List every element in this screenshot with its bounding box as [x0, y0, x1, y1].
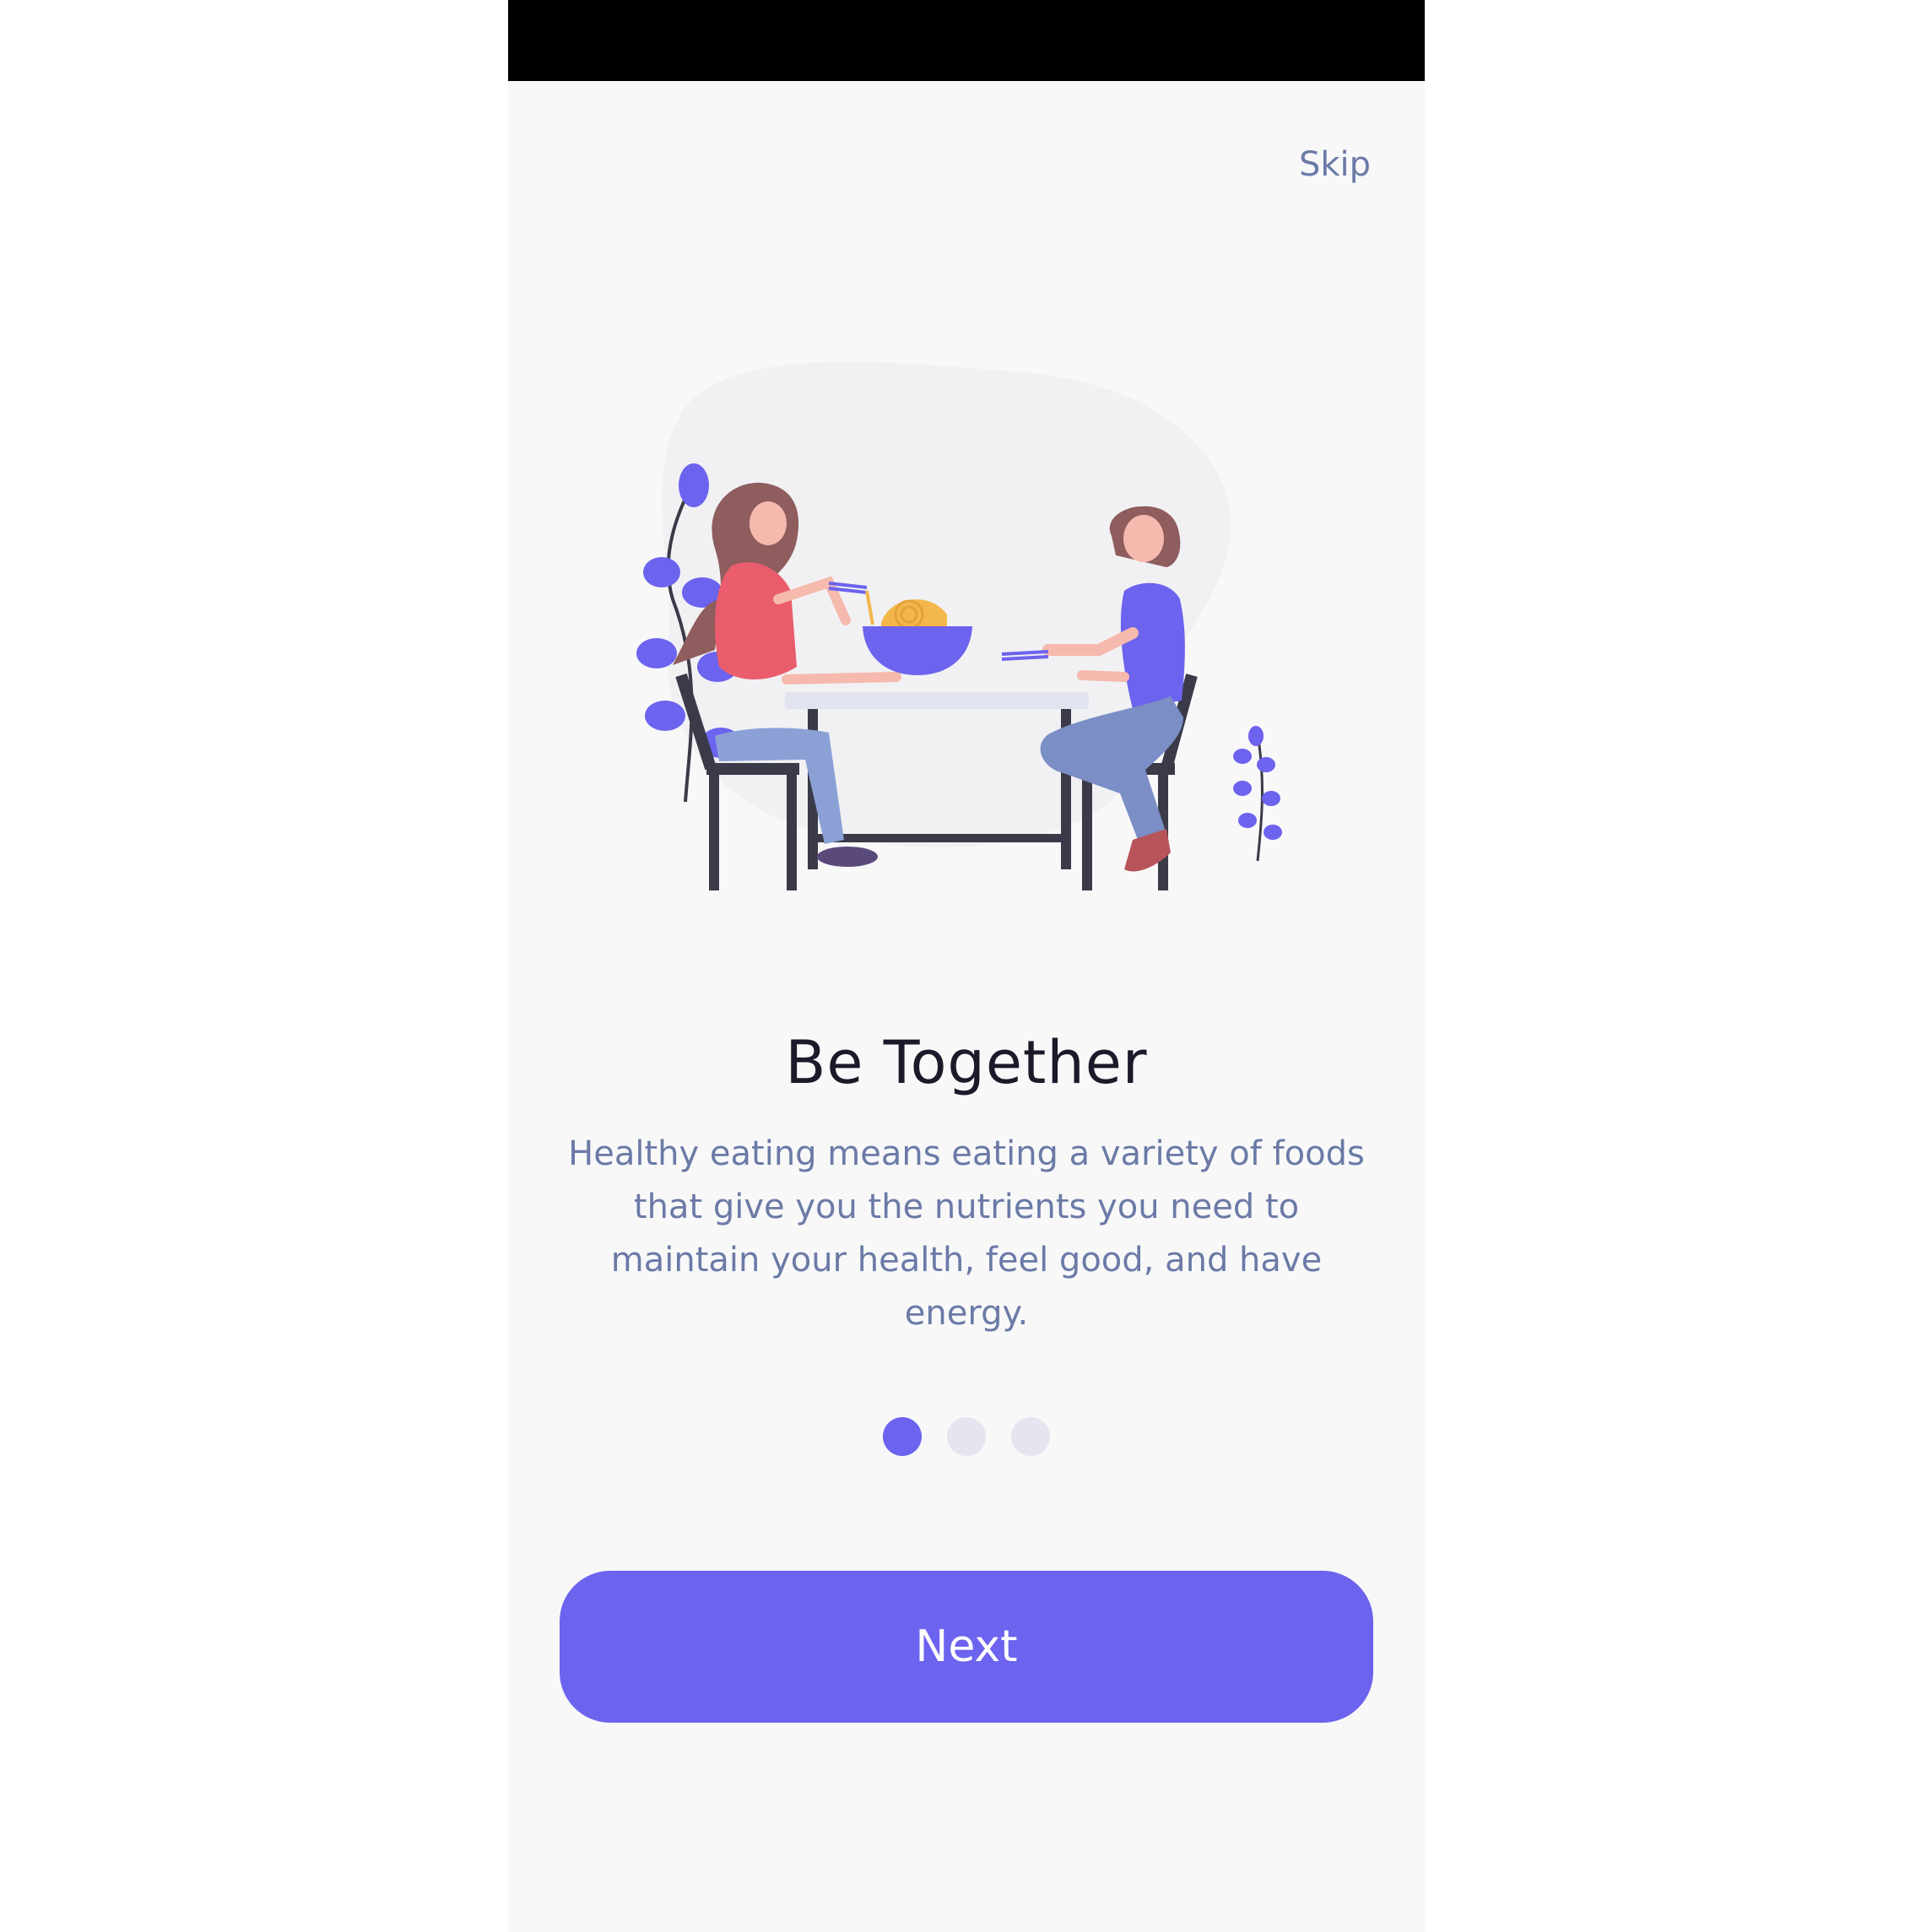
- pagination-dot-1[interactable]: [883, 1417, 922, 1456]
- skip-button[interactable]: Skip: [1299, 145, 1371, 184]
- onboarding-screen: Skip Be Together Healthy eating means ea…: [508, 0, 1425, 1932]
- pagination-dots: [508, 1417, 1425, 1456]
- next-button[interactable]: Next: [560, 1571, 1373, 1723]
- page-title: Be Together: [785, 1028, 1148, 1097]
- pagination-dot-2[interactable]: [947, 1417, 986, 1456]
- page-description: Healthy eating means eating a variety of…: [568, 1134, 1365, 1333]
- pagination-dot-3[interactable]: [1011, 1417, 1050, 1456]
- couple-dining-illustration: [636, 361, 1282, 890]
- right-plant: [1233, 726, 1282, 862]
- status-bar: [508, 0, 1425, 81]
